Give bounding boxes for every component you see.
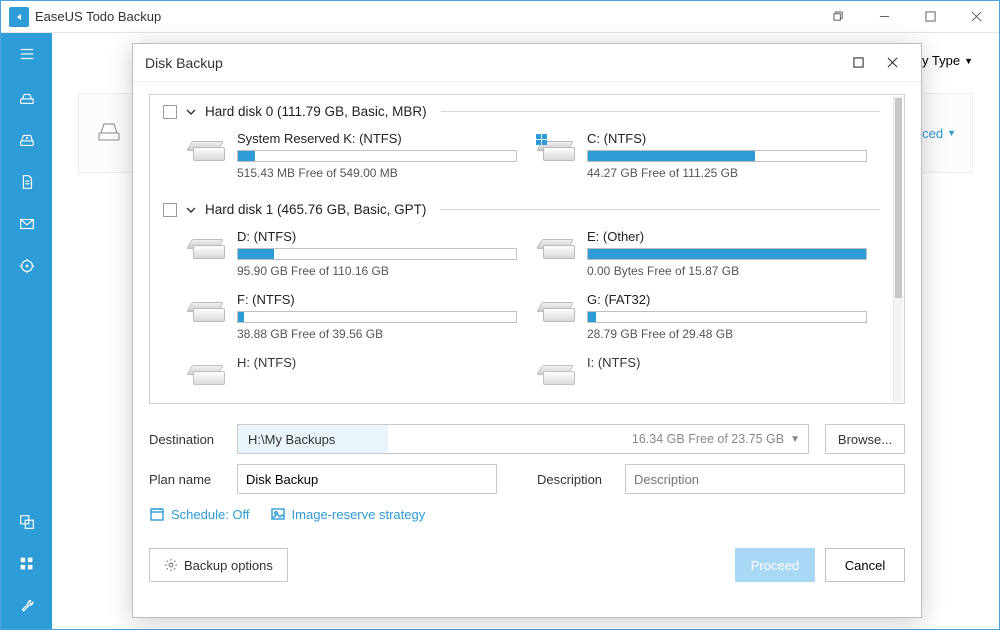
calendar-icon [149, 506, 165, 522]
drive-icon [187, 135, 227, 165]
schedule-link[interactable]: Schedule: Off [149, 506, 250, 522]
partition-item[interactable]: H: (NTFS) [187, 351, 517, 393]
dialog-close-button[interactable] [875, 44, 909, 82]
drive-icon [537, 296, 577, 326]
drive-icon [537, 233, 577, 263]
app-title: EaseUS Todo Backup [35, 9, 161, 24]
disk-group-checkbox[interactable] [163, 105, 177, 119]
hamburger-menu-icon[interactable] [1, 39, 52, 69]
scrollbar[interactable] [893, 96, 903, 402]
system-backup-icon[interactable] [1, 121, 52, 159]
window-restore-down-icon[interactable] [815, 1, 861, 33]
usage-bar [587, 248, 867, 260]
disk-group-label: Hard disk 1 (465.76 GB, Basic, GPT) [205, 202, 426, 217]
partition-item[interactable]: I: (NTFS) [537, 351, 867, 393]
file-backup-icon[interactable] [1, 163, 52, 201]
disk-backup-dialog: Disk Backup Hard disk 0 (111.79 GB, Basi… [132, 43, 922, 618]
clone-icon[interactable] [1, 503, 52, 541]
destination-label: Destination [149, 432, 227, 447]
sidebar [1, 33, 52, 629]
tools-grid-icon[interactable] [1, 545, 52, 583]
cancel-button[interactable]: Cancel [825, 548, 905, 582]
partition-free-text: 44.27 GB Free of 111.25 GB [587, 166, 867, 180]
drive-icon [187, 233, 227, 263]
partition-name: G: (FAT32) [587, 292, 867, 307]
gear-icon [164, 558, 178, 572]
partition-item[interactable]: C: (NTFS) 44.27 GB Free of 111.25 GB [537, 127, 867, 184]
scrollbar-thumb[interactable] [895, 98, 902, 298]
partition-free-text: 28.79 GB Free of 29.48 GB [587, 327, 867, 341]
usage-bar [237, 150, 517, 162]
chevron-down-icon[interactable] [185, 106, 197, 118]
plan-name-label: Plan name [149, 472, 227, 487]
image-reserve-strategy-link[interactable]: Image-reserve strategy [270, 506, 426, 522]
usage-bar [587, 150, 867, 162]
usage-bar [587, 311, 867, 323]
description-label: Description [537, 472, 615, 487]
disk-icon [95, 117, 123, 150]
smart-backup-icon[interactable] [1, 247, 52, 285]
partition-name: H: (NTFS) [237, 355, 517, 370]
partition-name: D: (NTFS) [237, 229, 517, 244]
disk-group-header[interactable]: Hard disk 1 (465.76 GB, Basic, GPT) [151, 194, 892, 219]
dialog-form: Destination H:\My Backups 16.34 GB Free … [133, 408, 921, 528]
partition-item[interactable]: G: (FAT32) 28.79 GB Free of 29.48 GB [537, 288, 867, 345]
partition-item[interactable]: E: (Other) 0.00 Bytes Free of 15.87 GB [537, 225, 867, 282]
partition-free-text: 38.88 GB Free of 39.56 GB [237, 327, 517, 341]
partition-free-text: 515.43 MB Free of 549.00 MB [237, 166, 517, 180]
destination-field[interactable]: H:\My Backups 16.34 GB Free of 23.75 GB▼ [237, 424, 809, 454]
drive-icon [537, 359, 577, 389]
mail-backup-icon[interactable] [1, 205, 52, 243]
partition-name: I: (NTFS) [587, 355, 867, 370]
chevron-down-icon[interactable] [185, 204, 197, 216]
partition-item[interactable]: System Reserved K: (NTFS) 515.43 MB Free… [187, 127, 517, 184]
disk-group-label: Hard disk 0 (111.79 GB, Basic, MBR) [205, 104, 427, 119]
dialog-header: Disk Backup [133, 44, 921, 82]
window-close-button[interactable] [953, 1, 999, 33]
backup-options-button[interactable]: Backup options [149, 548, 288, 582]
usage-bar [237, 248, 517, 260]
browse-button[interactable]: Browse... [825, 424, 905, 454]
partition-free-text: 95.90 GB Free of 110.16 GB [237, 264, 517, 278]
image-icon [270, 506, 286, 522]
settings-wrench-icon[interactable] [1, 587, 52, 625]
partition-free-text: 0.00 Bytes Free of 15.87 GB [587, 264, 867, 278]
disk-backup-icon[interactable] [1, 79, 52, 117]
disk-selection-area: Hard disk 0 (111.79 GB, Basic, MBR) Syst… [149, 94, 905, 404]
app-logo-icon [9, 7, 29, 27]
destination-free-space: 16.34 GB Free of 23.75 GB▼ [632, 432, 808, 446]
partition-name: F: (NTFS) [237, 292, 517, 307]
drive-icon [187, 359, 227, 389]
partition-name: C: (NTFS) [587, 131, 867, 146]
partition-item[interactable]: F: (NTFS) 38.88 GB Free of 39.56 GB [187, 288, 517, 345]
dialog-footer: Backup options Proceed Cancel [133, 532, 921, 598]
partition-name: E: (Other) [587, 229, 867, 244]
disk-group-checkbox[interactable] [163, 203, 177, 217]
disk-group-header[interactable]: Hard disk 0 (111.79 GB, Basic, MBR) [151, 96, 892, 121]
partition-item[interactable]: D: (NTFS) 95.90 GB Free of 110.16 GB [187, 225, 517, 282]
titlebar: EaseUS Todo Backup [1, 1, 999, 33]
plan-name-input[interactable] [237, 464, 497, 494]
windows-flag-icon [535, 133, 549, 147]
window-maximize-button[interactable] [907, 1, 953, 33]
dialog-title: Disk Backup [145, 55, 223, 71]
main-content: Sort by Type ▼ Advanced▼ Disk Backup Har… [52, 33, 999, 629]
window-minimize-button[interactable] [861, 1, 907, 33]
dialog-maximize-button[interactable] [841, 44, 875, 82]
drive-icon [187, 296, 227, 326]
drive-icon [537, 135, 577, 165]
description-input[interactable] [625, 464, 905, 494]
partition-name: System Reserved K: (NTFS) [237, 131, 517, 146]
proceed-button[interactable]: Proceed [735, 548, 815, 582]
usage-bar [237, 311, 517, 323]
destination-path: H:\My Backups [238, 425, 388, 453]
